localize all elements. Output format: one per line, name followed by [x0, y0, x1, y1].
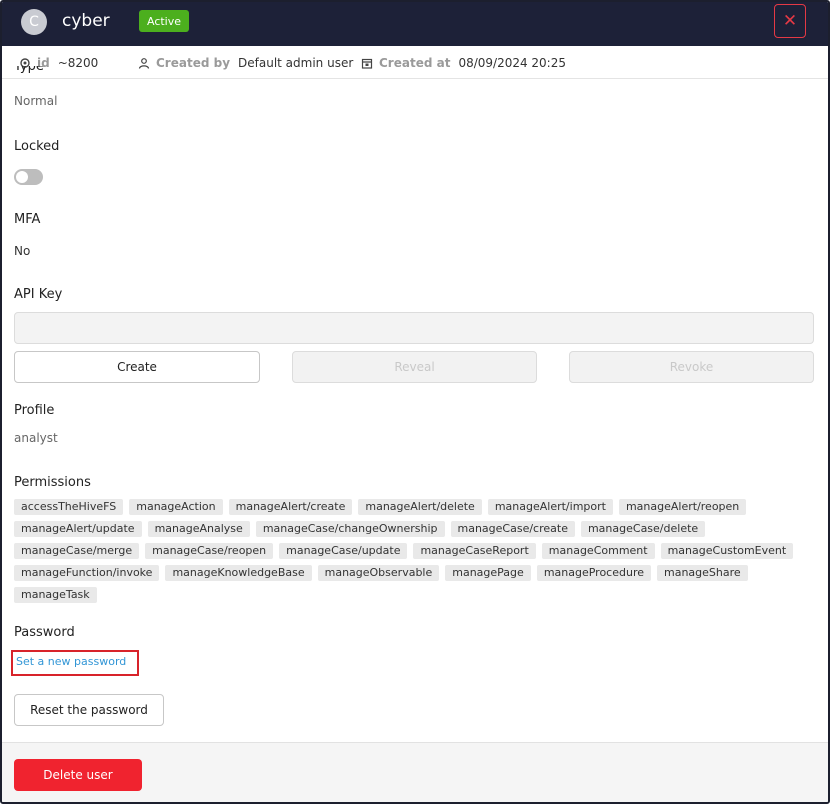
user-detail-dialog: C cyber Active ✕ id ~8200 Created by Def… [0, 0, 830, 804]
permissions-row: manageCase/merge manageCase/reopen manag… [14, 543, 814, 559]
meta-created-at-label: Created at [379, 56, 451, 70]
permission-tag: manageCase/reopen [145, 543, 274, 559]
set-new-password-link[interactable]: Set a new password [16, 655, 126, 668]
reveal-api-key-button[interactable]: Reveal [292, 351, 537, 383]
api-key-label: API Key [14, 287, 63, 302]
type-label: Type [14, 66, 44, 74]
mfa-label: MFA [14, 212, 41, 227]
permission-tag: manageProcedure [536, 565, 651, 581]
meta-created-by-label: Created by [156, 56, 231, 70]
status-badge: Active [139, 10, 189, 32]
mfa-value: No [14, 244, 31, 258]
locked-toggle[interactable] [14, 169, 43, 185]
permission-tag: manageCase/delete [580, 521, 706, 537]
calendar-icon [361, 58, 373, 69]
permissions-row: manageAlert/update manageAnalyse manageC… [14, 521, 814, 537]
meta-created-by-value: Default admin user [238, 56, 354, 70]
user-avatar: C [21, 9, 47, 35]
profile-value: analyst [14, 431, 58, 445]
permission-tag: manageAnalyse [147, 521, 250, 537]
permission-tag: manageCase/update [279, 543, 408, 559]
permission-tag: manageCaseReport [413, 543, 536, 559]
permissions-list: accessTheHiveFS manageAction manageAlert… [14, 499, 814, 609]
permissions-label: Permissions [14, 475, 91, 490]
close-button[interactable]: ✕ [774, 4, 806, 38]
permission-tag: manageKnowledgeBase [165, 565, 312, 581]
user-meta-bar: id ~8200 Created by Default admin user C… [2, 46, 828, 79]
meta-created-at-value: 08/09/2024 20:25 [458, 56, 566, 70]
permissions-row: manageTask [14, 587, 814, 603]
permission-tag: manageCase/merge [14, 543, 140, 559]
permission-tag: manageShare [657, 565, 748, 581]
permission-tag: managePage [445, 565, 531, 581]
meta-created-at: Created at 08/09/2024 20:25 [361, 56, 566, 70]
permissions-row: manageFunction/invoke manageKnowledgeBas… [14, 565, 814, 581]
permission-tag: manageAlert/reopen [618, 499, 747, 515]
permissions-row: accessTheHiveFS manageAction manageAlert… [14, 499, 814, 515]
password-label: Password [14, 625, 75, 640]
profile-label: Profile [14, 403, 55, 418]
permission-tag: manageCustomEvent [660, 543, 794, 559]
user-name: cyber [62, 11, 110, 31]
dialog-header: C cyber Active ✕ [2, 2, 828, 46]
type-value: Normal [14, 94, 58, 108]
create-api-key-button[interactable]: Create [14, 351, 260, 383]
permission-tag: manageAlert/update [14, 521, 142, 537]
meta-created-by: Created by Default admin user [138, 56, 353, 70]
permission-tag: manageCase/create [450, 521, 575, 537]
close-icon: ✕ [782, 11, 798, 31]
permission-tag: manageAlert/import [487, 499, 613, 515]
toggle-knob [16, 171, 28, 183]
meta-id-value: ~8200 [57, 56, 99, 70]
permission-tag: manageObservable [317, 565, 440, 581]
permission-tag: manageTask [14, 587, 97, 603]
reset-password-button[interactable]: Reset the password [14, 694, 164, 726]
locked-label: Locked [14, 139, 60, 154]
permission-tag: accessTheHiveFS [14, 499, 124, 515]
api-key-field[interactable] [14, 312, 814, 344]
permission-tag: manageAlert/create [228, 499, 353, 515]
revoke-api-key-button[interactable]: Revoke [569, 351, 814, 383]
permission-tag: manageAlert/delete [358, 499, 482, 515]
user-icon [138, 58, 150, 69]
permission-tag: manageAction [129, 499, 223, 515]
permission-tag: manageComment [541, 543, 655, 559]
permission-tag: manageCase/changeOwnership [255, 521, 445, 537]
delete-user-button[interactable]: Delete user [14, 759, 142, 791]
permission-tag: manageFunction/invoke [14, 565, 160, 581]
